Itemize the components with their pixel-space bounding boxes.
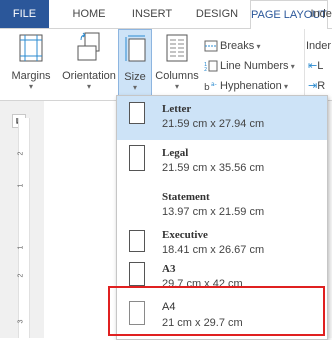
size-option-name: A3	[162, 263, 176, 275]
highlight-box	[108, 286, 325, 336]
ruler-number: 3	[17, 319, 25, 324]
tab-inder[interactable]: Inder	[308, 0, 332, 28]
hyphenation-button[interactable]: b a- Hyphenation ▾	[204, 77, 288, 95]
breaks-label: Breaks	[220, 40, 255, 52]
page-icon	[129, 145, 145, 171]
hyphenation-label: Hyphenation	[220, 80, 282, 92]
breaks-icon	[204, 40, 218, 52]
size-label: Size	[124, 71, 146, 83]
indent-left-icon: ⇤	[308, 60, 318, 72]
orientation-icon	[77, 32, 100, 61]
hyphenation-icon: b a-	[204, 81, 217, 93]
margins-button[interactable]: Margins ▾	[2, 29, 60, 99]
page-icon	[129, 230, 145, 252]
breaks-button[interactable]: Breaks ▾	[204, 37, 261, 55]
size-icon	[125, 35, 146, 62]
indent-left[interactable]: ⇤L	[308, 57, 323, 75]
tab-design[interactable]: DESIGN	[186, 0, 248, 28]
size-option-name: Executive	[162, 229, 208, 241]
size-option-legal[interactable]: Legal 21.59 cm x 35.56 cm	[117, 140, 327, 184]
margins-icon	[19, 34, 43, 62]
size-option-name: Letter	[162, 103, 192, 115]
line-numbers-icon: 1 2	[204, 60, 218, 73]
page-icon	[129, 102, 145, 124]
ruler-number: 1	[17, 245, 25, 250]
indent-right-icon: ⇥	[308, 80, 318, 92]
columns-icon	[166, 34, 188, 62]
svg-text:2: 2	[204, 67, 207, 72]
line-numbers-button[interactable]: 1 2 Line Numbers ▾	[204, 57, 295, 75]
indent-right[interactable]: ⇥R	[308, 77, 325, 95]
group-divider	[304, 29, 305, 99]
size-option-name: Statement	[162, 191, 210, 203]
columns-button[interactable]: Columns ▾	[154, 29, 200, 99]
orientation-button[interactable]: Orientation ▾	[60, 29, 118, 99]
page-icon	[129, 262, 145, 286]
tab-insert[interactable]: INSERT	[122, 0, 182, 28]
orientation-label: Orientation	[62, 70, 116, 82]
indent-header: Inder	[306, 40, 332, 52]
size-button[interactable]: Size ▾	[118, 29, 152, 99]
ruler-number: 2	[17, 151, 25, 156]
indent-left-label: L	[317, 60, 324, 72]
svg-text:b: b	[204, 83, 210, 92]
ribbon-tabs: FILE HOME INSERT DESIGN PAGE LAYOUT Inde…	[0, 0, 332, 30]
size-option-dims: 13.97 cm x 21.59 cm	[162, 206, 265, 218]
margins-label: Margins	[11, 70, 51, 82]
chevron-down-icon: ▾	[86, 82, 91, 91]
ribbon-page-setup: Margins ▾ Orientation ▾ Size ▾ Columns ▾…	[0, 29, 332, 101]
ruler-number: 2	[17, 273, 25, 278]
size-option-letter[interactable]: Letter 21.59 cm x 27.94 cm	[117, 96, 327, 140]
size-option-dims: 21.59 cm x 35.56 cm	[162, 162, 265, 174]
size-option-dims: 21.59 cm x 27.94 cm	[162, 118, 265, 130]
svg-text:a-: a-	[211, 81, 217, 88]
size-option-name: Legal	[162, 147, 189, 159]
line-numbers-label: Line Numbers	[220, 60, 289, 72]
columns-label: Columns	[155, 70, 199, 82]
ruler-number: 1	[17, 183, 25, 188]
tab-file[interactable]: FILE	[0, 0, 49, 28]
size-option-dims: 18.41 cm x 26.67 cm	[162, 244, 265, 256]
tab-home[interactable]: HOME	[58, 0, 120, 28]
chevron-down-icon: ▾	[174, 82, 179, 91]
indent-right-label: R	[317, 80, 326, 92]
chevron-down-icon: ▾	[132, 83, 137, 92]
chevron-down-icon: ▾	[28, 82, 33, 91]
